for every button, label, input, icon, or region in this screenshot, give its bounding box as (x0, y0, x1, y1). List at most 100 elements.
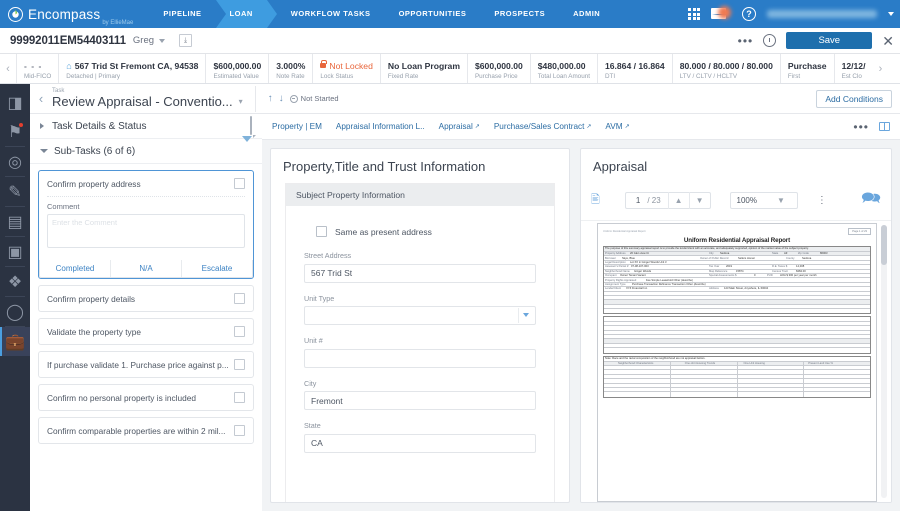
tools-icon[interactable]: ❖ (0, 267, 30, 296)
row-value: Owner Tenant Vacant (620, 274, 646, 278)
documents-icon[interactable]: ▤ (0, 207, 30, 236)
comment-input[interactable] (47, 214, 245, 248)
sub-task-checkbox[interactable] (234, 326, 245, 337)
status-circle-icon (289, 94, 298, 103)
sub-task-label: Validate the property type (47, 326, 141, 337)
tab-avm[interactable]: AVM ↗ (605, 122, 629, 131)
messages-icon[interactable] (711, 6, 737, 22)
alerts-icon[interactable]: ⚑ (0, 117, 30, 146)
sub-task-checkbox[interactable] (234, 178, 245, 189)
add-conditions-button[interactable]: Add Conditions (816, 89, 892, 108)
chevron-down-icon (40, 149, 48, 153)
same-address-checkbox[interactable] (316, 226, 327, 237)
nav-item-workflow-tasks[interactable]: WORKFLOW TASKS (277, 0, 385, 28)
chevron-down-icon[interactable]: ▾ (239, 97, 243, 106)
document-viewport[interactable]: Uniform Residential Appraisal Report Pag… (581, 221, 891, 502)
nav-item-admin[interactable]: ADMIN (559, 0, 614, 28)
list-item[interactable]: Confirm no personal property is included (38, 384, 254, 411)
sub-task-checkbox[interactable] (234, 293, 245, 304)
next-page-icon[interactable]: ▼ (690, 196, 710, 205)
primary-nav: PIPELINE LOAN WORKFLOW TASKS OPPORTUNITI… (149, 0, 614, 28)
comments-icon[interactable] (250, 116, 252, 135)
workflow-briefcase-icon[interactable]: 💼 (0, 327, 30, 356)
section-task-details-status[interactable]: Task Details & Status (30, 114, 262, 139)
page-current[interactable]: 1 (626, 196, 647, 205)
split-view-icon[interactable] (879, 122, 890, 131)
move-up-icon[interactable]: ↑ (268, 93, 273, 104)
row-value: Skye, Blue (622, 256, 635, 260)
nav-item-pipeline[interactable]: PIPELINE (149, 0, 226, 28)
list-item[interactable]: Confirm property address Comment Complet… (38, 170, 254, 279)
same-as-present-address-row[interactable]: Same as present address (316, 226, 536, 237)
nav-item-opportunities[interactable]: OPPORTUNITIES (385, 0, 481, 28)
viewer-more-options-icon[interactable]: ⋮ (817, 195, 827, 205)
save-button[interactable]: Save (786, 32, 873, 49)
conversations-icon[interactable]: ◯ (0, 297, 30, 326)
list-item[interactable]: Validate the property type (38, 318, 254, 345)
tabs-more-button[interactable]: ••• (853, 121, 869, 133)
completed-button[interactable]: Completed (40, 260, 110, 277)
annotations-panel-icon[interactable]: 🗪 (861, 187, 881, 214)
list-item[interactable]: Confirm comparable properties are within… (38, 417, 254, 444)
row-value: Ginger Woods (634, 269, 652, 273)
chevron-down-icon[interactable] (159, 38, 166, 43)
apps-grid-icon[interactable] (688, 8, 700, 20)
chevron-down-icon[interactable] (523, 312, 529, 317)
city-input[interactable] (304, 391, 536, 410)
panel-toggle-icon[interactable]: ◨ (0, 88, 30, 117)
document-title: Uniform Residential Appraisal Report (683, 237, 791, 244)
field-state: State (304, 421, 536, 453)
summary-value: ⌂ 567 Trid St Fremont CA, 94538 (66, 61, 198, 71)
back-chevron-icon[interactable]: ‹ (30, 91, 52, 106)
sub-task-header: Confirm property address (39, 171, 253, 196)
viewer-toolbar: 🖹 1 / 23 ▲ ▼ 100% ▼ ⋮ 🗪 (581, 183, 891, 221)
download-icon[interactable]: ⤓ (179, 34, 193, 47)
history-clock-icon[interactable] (763, 34, 777, 47)
chevron-down-icon[interactable]: ▼ (771, 196, 791, 205)
document-contract-block (603, 316, 871, 354)
field-unit-number: Unit # (304, 336, 536, 368)
unit-number-input[interactable] (304, 348, 536, 368)
state-input[interactable] (304, 433, 536, 453)
tab-purchase-sales-contract[interactable]: Purchase/Sales Contract ↗ (494, 122, 592, 131)
na-button[interactable]: N/A (110, 260, 181, 277)
list-item[interactable]: If purchase validate 1. Purchase price a… (38, 351, 254, 378)
document-scrollbar[interactable] (881, 225, 887, 498)
tab-appraisal[interactable]: Appraisal ↗ (439, 122, 480, 131)
chevron-down-icon[interactable] (888, 12, 894, 16)
zoom-selector[interactable]: 100% ▼ (729, 192, 798, 209)
row-value: Lot XX in Ginger Woods Unit 3 (630, 261, 667, 265)
thumbnails-panel-icon[interactable]: 🖹 (591, 191, 600, 210)
tab-appraisal-information[interactable]: Appraisal Information L.. (336, 122, 425, 131)
sub-task-checkbox[interactable] (234, 359, 245, 370)
loan-value-icon[interactable]: ◎ (0, 147, 30, 176)
close-icon[interactable]: ✕ (882, 34, 894, 48)
escalate-button[interactable]: Escalate (181, 260, 252, 277)
section-sub-tasks[interactable]: Sub-Tasks (6 of 6) (30, 136, 262, 164)
row-value: Purchase Transaction Refinance Transacti… (632, 283, 706, 287)
nav-item-prospects[interactable]: PROSPECTS (480, 0, 559, 28)
summary-scroll-right[interactable]: › (872, 54, 888, 83)
user-account-label[interactable] (767, 10, 877, 18)
more-options-button[interactable]: ••• (738, 35, 754, 47)
previous-page-icon[interactable]: ▲ (669, 196, 689, 205)
list-item[interactable]: Confirm property details (38, 285, 254, 312)
help-icon[interactable]: ? (742, 7, 756, 21)
summary-value: $600,000.00 (474, 60, 523, 71)
row-value: 20 Glen view Ct (630, 252, 649, 256)
tab-property-em[interactable]: Property | EM (272, 122, 322, 131)
edit-pencil-icon[interactable]: ✎ (0, 177, 30, 206)
street-address-input[interactable] (304, 263, 536, 283)
unit-type-select[interactable] (304, 306, 536, 325)
filter-icon[interactable] (242, 136, 252, 160)
forms-icon[interactable]: ▣ (0, 237, 30, 266)
sub-task-checkbox[interactable] (234, 392, 245, 403)
summary-scroll-left[interactable]: ‹ (0, 54, 16, 83)
row-value-2: 123 Main Street, Anywhere, IL 60004 (724, 287, 769, 291)
row-value-4: 86003 (820, 252, 828, 256)
sub-task-checkbox[interactable] (234, 425, 245, 436)
field-street-address: Street Address (304, 251, 536, 283)
summary-cell-total-loan-amount: $480,000.00 Total Loan Amount (529, 54, 597, 83)
move-down-icon[interactable]: ↓ (279, 93, 284, 104)
grid-header: Neighborhood Characteristics (618, 361, 654, 365)
